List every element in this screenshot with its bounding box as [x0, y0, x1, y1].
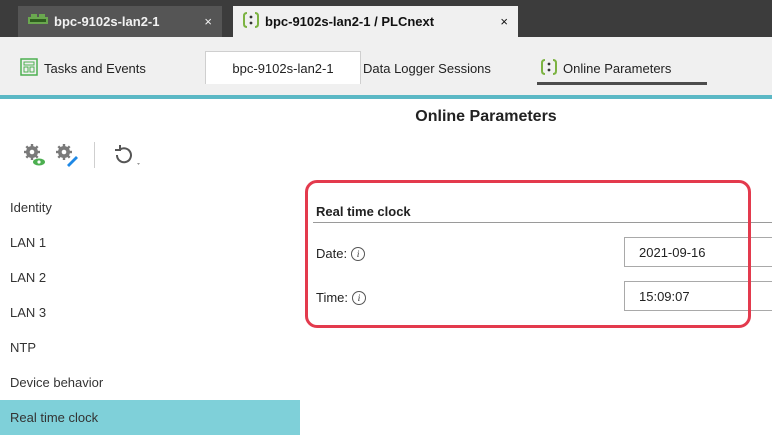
plcnext-icon [541, 58, 557, 78]
tab-online-parameters[interactable]: Online Parameters [535, 54, 709, 85]
tab-device[interactable]: bpc-9102s-lan2-1 [205, 51, 361, 84]
tab-label: Tasks and Events [44, 60, 146, 76]
section-title: Real time clock [316, 204, 411, 219]
page-title: Online Parameters [415, 108, 557, 125]
date-field[interactable] [624, 237, 772, 267]
doc-tab-label: bpc-9102s-lan2-1 [54, 14, 160, 29]
document-tab-bar: bpc-9102s-lan2-1 × bpc-9102s-lan2-1 / PL… [0, 0, 772, 37]
tab-label: bpc-9102s-lan2-1 [232, 60, 334, 76]
doc-tab-label: bpc-9102s-lan2-1 / PLCnext [265, 14, 435, 29]
read-parameters-icon[interactable] [22, 143, 46, 167]
tab-label: Online Parameters [563, 60, 672, 76]
toolbar-separator [94, 142, 95, 168]
write-parameters-icon[interactable] [54, 143, 78, 167]
date-label: Date: [316, 246, 348, 261]
doc-tab-device[interactable]: bpc-9102s-lan2-1 × [18, 6, 222, 37]
editor-tab-bar: Tasks and Events bpc-9102s-lan2-1 Data L… [0, 37, 772, 95]
nav-item-lan3[interactable]: LAN 3 [0, 295, 300, 330]
tasks-icon [20, 57, 38, 79]
toolbar [22, 140, 141, 170]
time-label: Time: [316, 290, 349, 305]
device-icon [28, 14, 48, 29]
close-icon[interactable]: × [500, 14, 508, 29]
nav-item-lan1[interactable]: LAN 1 [0, 225, 300, 260]
time-field[interactable] [624, 281, 772, 311]
date-label-row: Date: i [316, 246, 366, 261]
refresh-icon[interactable] [111, 143, 141, 167]
tab-tasks-and-events[interactable]: Tasks and Events [14, 54, 194, 82]
info-icon[interactable]: i [351, 246, 366, 261]
nav-item-ntp[interactable]: NTP [0, 330, 300, 365]
nav-item-identity[interactable]: Identity [0, 190, 300, 225]
time-label-row: Time: i [316, 290, 367, 305]
info-icon[interactable]: i [352, 290, 367, 305]
nav-item-lan2[interactable]: LAN 2 [0, 260, 300, 295]
parameter-nav: Identity LAN 1 LAN 2 LAN 3 NTP Device be… [0, 190, 300, 435]
tab-label: Data Logger Sessions [363, 60, 491, 76]
doc-tab-plcnext[interactable]: bpc-9102s-lan2-1 / PLCnext × [233, 6, 518, 37]
accent-divider [0, 95, 772, 99]
close-icon[interactable]: × [204, 14, 212, 29]
tab-data-logger-sessions[interactable]: Data Logger Sessions [357, 54, 527, 82]
plcnext-icon [243, 12, 259, 31]
section-divider [313, 222, 772, 223]
nav-item-device-behavior[interactable]: Device behavior [0, 365, 300, 400]
nav-item-real-time-clock[interactable]: Real time clock [0, 400, 300, 435]
